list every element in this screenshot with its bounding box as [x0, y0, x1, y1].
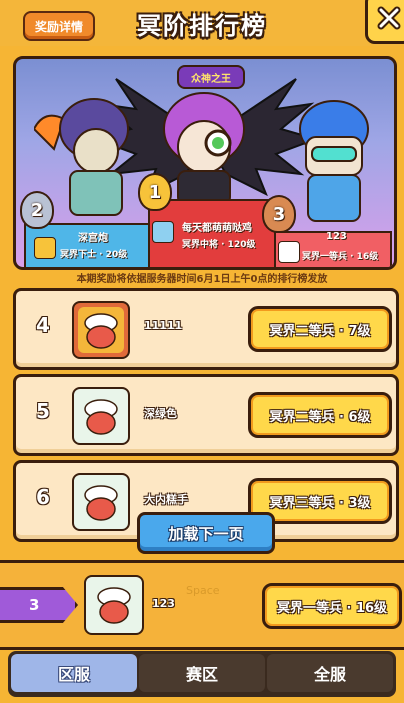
my-rank-title-badge: 冥界一等兵 · 16级: [262, 583, 402, 629]
top-three-podium: 众神之王 2 1 3 深宫炮 冥界下士 · 20级 每天都萌萌哒鸡 冥界中将 ·…: [13, 56, 397, 270]
rank-1-medal: 1: [138, 173, 172, 211]
first-mini-avatar: [152, 221, 174, 243]
leaderboard-panel: 奖励详情 冥阶排行榜 众神之王 2 1 3 深宫炮 冥界下士 · 20级 每天都…: [0, 0, 404, 703]
third-player-name: 123: [326, 231, 347, 242]
rank-2-medal: 2: [20, 191, 54, 229]
header-bar: 奖励详情 冥阶排行榜: [0, 0, 404, 46]
third-player-title: 冥界一等兵 · 16级: [302, 252, 379, 262]
third-place-character: [299, 100, 369, 222]
watermark: Space: [186, 584, 220, 597]
my-player-name: 123: [152, 597, 175, 610]
avatar: [72, 301, 130, 359]
second-player-name: 深宫炮: [78, 233, 108, 244]
player-avatar-icon: [97, 587, 131, 624]
tab-global[interactable]: 全服: [267, 654, 393, 692]
second-player-title: 冥界下士 · 20级: [60, 250, 128, 260]
close-button[interactable]: [365, 0, 404, 44]
player-name: 11111: [144, 319, 183, 332]
table-row[interactable]: 4 11111 冥界二等兵 · 7级: [13, 288, 399, 370]
row-rank: 4: [36, 313, 50, 337]
row-rank: 5: [36, 399, 50, 423]
player-avatar-icon: [84, 399, 118, 435]
player-name: 深绿色: [144, 407, 177, 420]
rank-title-badge: 冥界二等兵 · 6级: [248, 392, 392, 438]
table-row[interactable]: 5 深绿色 冥界二等兵 · 6级: [13, 374, 399, 456]
player-avatar-icon: [78, 307, 124, 353]
avatar: [72, 387, 130, 445]
first-player-title: 冥界中将 · 120级: [182, 240, 256, 250]
avatar: [72, 473, 130, 531]
player-name: 大内糕手: [144, 493, 188, 506]
page-title: 冥阶排行榜: [137, 12, 267, 40]
row-rank: 6: [36, 485, 50, 509]
first-player-name: 每天都萌萌哒鸡: [182, 223, 252, 234]
close-icon: [377, 6, 401, 30]
avatar: [84, 575, 144, 635]
third-mini-avatar: [278, 241, 300, 263]
second-mini-avatar: [34, 237, 56, 259]
tab-server[interactable]: 区服: [11, 654, 137, 692]
player-avatar-icon: [84, 485, 118, 521]
crown-title-badge: 众神之王: [177, 65, 245, 89]
my-rank-number: 3: [0, 587, 78, 623]
scope-tab-bar: 区服 赛区 全服: [8, 651, 396, 697]
my-rank-bar: 3 123 冥界一等兵 · 16级: [0, 560, 404, 650]
rank-3-medal: 3: [262, 195, 296, 233]
tab-region[interactable]: 赛区: [139, 654, 265, 692]
rank-title-badge: 冥界二等兵 · 7级: [248, 306, 392, 352]
reward-notice: 本期奖励将依据服务器时间6月1日上午0点的排行榜发放: [76, 274, 328, 285]
load-next-page-button[interactable]: 加载下一页: [137, 512, 275, 554]
